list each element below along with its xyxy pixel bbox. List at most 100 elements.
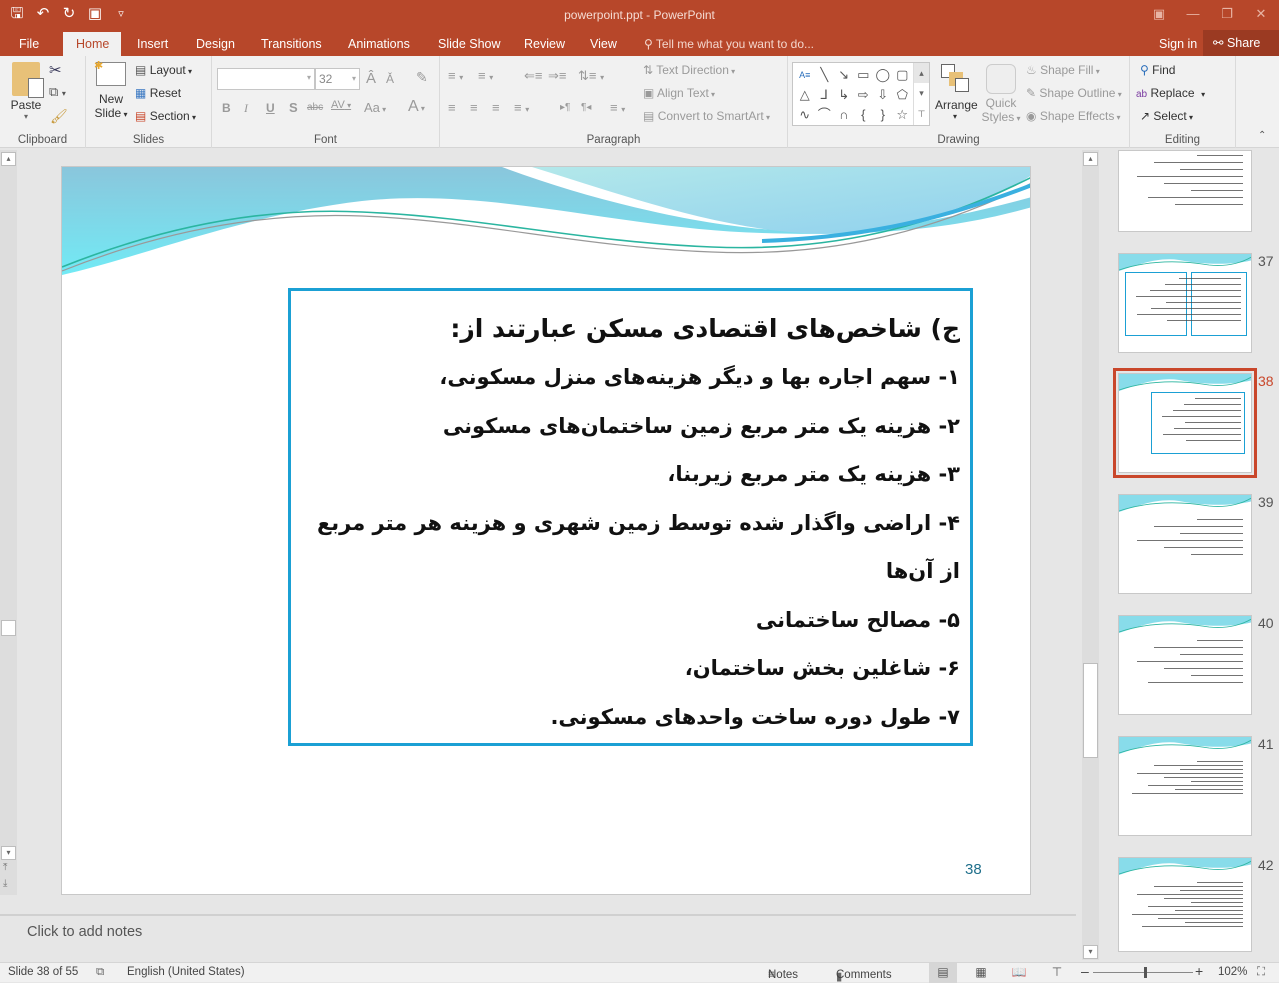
format-painter-icon[interactable]: 🖌 — [50, 108, 68, 125]
slide-thumbnail[interactable] — [1113, 368, 1257, 478]
zoom-slider-thumb[interactable] — [1144, 967, 1147, 978]
new-slide-button[interactable]: ✱ New Slide ▾ — [94, 60, 128, 120]
paste-button[interactable]: Paste ▾ — [8, 62, 44, 121]
underline-button[interactable]: U — [266, 101, 275, 115]
tab-animations[interactable]: Animations — [338, 32, 420, 56]
scroll-thumb[interactable] — [1, 620, 16, 636]
line-spacing-icon[interactable]: ⇅≡ ▾ — [578, 68, 604, 84]
tab-design[interactable]: Design — [186, 32, 245, 56]
tab-slide-show[interactable]: Slide Show — [428, 32, 511, 56]
shape-option[interactable]: ⅃ — [815, 85, 835, 105]
shapes-gallery-scroll[interactable]: ▴ ▾ ⊤ — [913, 63, 929, 125]
find-button[interactable]: ⚲ Find — [1140, 63, 1175, 77]
decrease-font-size-icon[interactable]: Ǎ — [386, 72, 394, 86]
columns-icon[interactable]: ≡ ▾ — [610, 100, 625, 115]
shape-option[interactable]: ╲ — [815, 65, 835, 85]
reading-view-icon[interactable]: 📖 — [1005, 963, 1033, 983]
scroll-up-icon[interactable]: ▴ — [1, 152, 16, 166]
shape-option[interactable]: ⇩ — [873, 85, 893, 105]
convert-smartart-button[interactable]: ▤ Convert to SmartArt ▾ — [643, 109, 770, 123]
align-text-button[interactable]: ▣ Align Text ▾ — [643, 86, 715, 100]
bold-button[interactable]: B — [222, 101, 231, 115]
ltr-icon[interactable]: ▸¶ — [560, 102, 570, 113]
slide-thumbnail[interactable] — [1118, 615, 1252, 715]
share-button[interactable]: ⚯ Share — [1203, 30, 1279, 56]
tab-insert[interactable]: Insert — [127, 32, 178, 56]
bullets-icon[interactable]: ≡ ▾ — [448, 68, 463, 83]
gallery-up-icon[interactable]: ▴ — [914, 63, 929, 83]
shape-option[interactable]: ⬠ — [893, 85, 913, 105]
shape-outline-button[interactable]: ✎ Shape Outline ▾ — [1026, 86, 1122, 100]
shape-option[interactable]: ⇨ — [854, 85, 874, 105]
reset-button[interactable]: ▦ Reset — [135, 86, 181, 100]
collapse-ribbon-icon[interactable]: ⌃ — [1258, 130, 1266, 141]
tell-me-search[interactable]: ⚲ Tell me what you want to do... — [644, 32, 814, 56]
font-color-button[interactable]: A ▾ — [408, 98, 425, 116]
normal-view-icon[interactable]: ▤ — [929, 963, 957, 983]
font-name-select[interactable]: ▾ — [217, 68, 315, 90]
rtl-icon[interactable]: ¶◂ — [581, 102, 591, 113]
notes-placeholder[interactable]: Click to add notes — [27, 924, 142, 940]
shape-option[interactable]: ↳ — [834, 85, 854, 105]
fit-to-window-icon[interactable]: ⛶ — [1257, 966, 1265, 979]
notes-pane[interactable]: Click to add notes — [0, 916, 1076, 962]
character-spacing-button[interactable]: AV ▾ — [331, 99, 351, 111]
section-button[interactable]: ▤ Section ▾ — [135, 109, 196, 123]
align-right-icon[interactable]: ≡ — [492, 100, 500, 115]
slide-sorter-view-icon[interactable]: ▦ — [967, 963, 995, 983]
arrange-button[interactable]: Arrange ▾ — [935, 64, 978, 121]
clear-formatting-icon[interactable]: ✎ — [416, 69, 428, 86]
shape-option[interactable]: ▭ — [854, 65, 874, 85]
slide-thumbnail[interactable] — [1118, 857, 1252, 952]
editor-vertical-scrollbar[interactable]: ▴ ▾ ⤒ ⤓ — [0, 150, 17, 895]
shape-option[interactable]: ∩ — [834, 105, 854, 125]
align-left-icon[interactable]: ≡ — [448, 100, 456, 115]
layout-button[interactable]: ▤ Layout ▾ — [135, 63, 192, 77]
tab-transitions[interactable]: Transitions — [251, 32, 332, 56]
italic-button[interactable]: I — [244, 101, 248, 116]
close-button[interactable]: ✕ — [1249, 4, 1273, 24]
scroll-down-icon[interactable]: ▾ — [1, 846, 16, 860]
zoom-level[interactable]: 102% — [1218, 966, 1247, 978]
text-direction-button[interactable]: ⇅ Text Direction ▾ — [643, 63, 735, 77]
shape-option[interactable]: △ — [795, 85, 815, 105]
language-indicator[interactable]: English (United States) — [127, 966, 245, 978]
numbering-icon[interactable]: ≡ ▾ — [478, 68, 493, 83]
replace-button[interactable]: ab Replace ▾ — [1136, 86, 1205, 100]
spelling-check-icon[interactable]: ⧉ — [96, 966, 104, 979]
shape-option[interactable]: ◯ — [873, 65, 893, 85]
align-center-icon[interactable]: ≡ — [470, 100, 478, 115]
slide-canvas[interactable]: ج) شاخص‌های اقتصادی مسکن عبارتند از: ۱- … — [61, 166, 1031, 895]
slide-thumbnail[interactable] — [1118, 150, 1252, 232]
zoom-slider[interactable] — [1093, 967, 1193, 978]
slide-thumbnail[interactable] — [1118, 736, 1252, 836]
shape-effects-button[interactable]: ◉ Shape Effects ▾ — [1026, 109, 1121, 123]
shape-option[interactable]: A≡ — [795, 65, 815, 85]
shape-option[interactable]: ▢ — [893, 65, 913, 85]
thumb-scroll-up-icon[interactable]: ▴ — [1083, 152, 1098, 166]
thumb-scroll-thumb[interactable] — [1083, 663, 1098, 758]
shape-fill-button[interactable]: ♨ Shape Fill ▾ — [1026, 63, 1100, 77]
tab-file[interactable]: File — [9, 32, 49, 56]
tab-view[interactable]: View — [580, 32, 627, 56]
select-button[interactable]: ↗ Select ▾ — [1140, 109, 1193, 123]
increase-font-size-icon[interactable]: Â — [366, 70, 376, 87]
shape-option[interactable]: ⌒ — [815, 105, 835, 125]
slide-thumbnail[interactable] — [1118, 253, 1252, 353]
decrease-indent-icon[interactable]: ⇐≡ — [524, 68, 542, 84]
font-size-select[interactable]: 32 ▾ — [315, 68, 360, 90]
zoom-in-icon[interactable]: + — [1195, 963, 1203, 979]
next-slide-icon[interactable]: ⤓ — [3, 878, 7, 889]
cut-icon[interactable]: ✂ — [49, 61, 62, 79]
shape-option[interactable]: } — [873, 105, 893, 125]
sign-in-link[interactable]: Sign in — [1159, 32, 1197, 56]
change-case-button[interactable]: Aa ▾ — [364, 100, 386, 115]
copy-icon[interactable]: ⧉ ▾ — [49, 84, 66, 100]
gallery-down-icon[interactable]: ▾ — [914, 83, 929, 104]
quick-styles-button[interactable]: Quick Styles ▾ — [980, 64, 1022, 124]
strikethrough-button[interactable]: abc — [307, 102, 323, 113]
shadow-button[interactable]: S — [289, 100, 298, 115]
thumbnails-scrollbar[interactable]: ▴ ▾ — [1082, 150, 1099, 960]
tab-review[interactable]: Review — [514, 32, 575, 56]
shape-option[interactable]: { — [854, 105, 874, 125]
